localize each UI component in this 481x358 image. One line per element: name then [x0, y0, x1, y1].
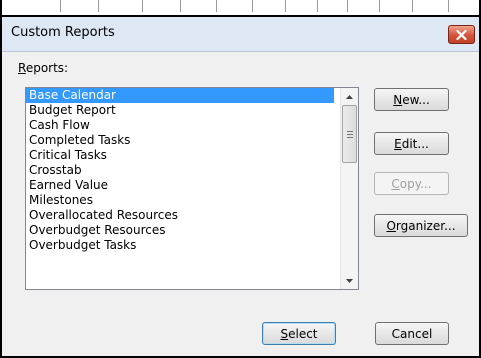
reports-label: Reports:: [18, 61, 69, 75]
dialog-titlebar[interactable]: Custom Reports: [2, 17, 479, 52]
triangle-down-icon: [346, 278, 353, 283]
list-item[interactable]: Overallocated Resources: [26, 208, 334, 223]
reports-list: Base Calendar Budget Report Cash Flow Co…: [26, 88, 334, 253]
list-item[interactable]: Base Calendar: [26, 88, 334, 103]
background-window-strip: [2, 0, 479, 17]
reports-listbox[interactable]: Base Calendar Budget Report Cash Flow Co…: [25, 87, 359, 290]
list-item[interactable]: Budget Report: [26, 103, 334, 118]
dialog-title: Custom Reports: [11, 25, 115, 40]
list-item[interactable]: Overbudget Resources: [26, 223, 334, 238]
cancel-button[interactable]: Cancel: [375, 322, 449, 345]
close-icon: [456, 29, 467, 40]
custom-reports-dialog: Custom Reports Reports: Base Calendar Bu…: [0, 0, 481, 358]
organizer-button[interactable]: Organizer...: [374, 214, 468, 237]
list-item[interactable]: Crosstab: [26, 163, 334, 178]
new-button[interactable]: New...: [374, 88, 449, 111]
list-item[interactable]: Milestones: [26, 193, 334, 208]
list-item[interactable]: Completed Tasks: [26, 133, 334, 148]
select-button[interactable]: Select: [262, 322, 336, 345]
list-item[interactable]: Earned Value: [26, 178, 334, 193]
close-button[interactable]: [448, 25, 475, 44]
vertical-scrollbar[interactable]: [340, 88, 358, 289]
copy-button[interactable]: Copy...: [374, 172, 449, 195]
scroll-up-arrow[interactable]: [341, 88, 358, 105]
grip-icon: [346, 129, 353, 140]
scroll-thumb[interactable]: [342, 105, 357, 163]
list-item[interactable]: Critical Tasks: [26, 148, 334, 163]
triangle-up-icon: [346, 94, 353, 99]
list-item[interactable]: Overbudget Tasks: [26, 238, 334, 253]
list-item[interactable]: Cash Flow: [26, 118, 334, 133]
scroll-down-arrow[interactable]: [341, 272, 358, 289]
edit-button[interactable]: Edit...: [374, 132, 449, 155]
